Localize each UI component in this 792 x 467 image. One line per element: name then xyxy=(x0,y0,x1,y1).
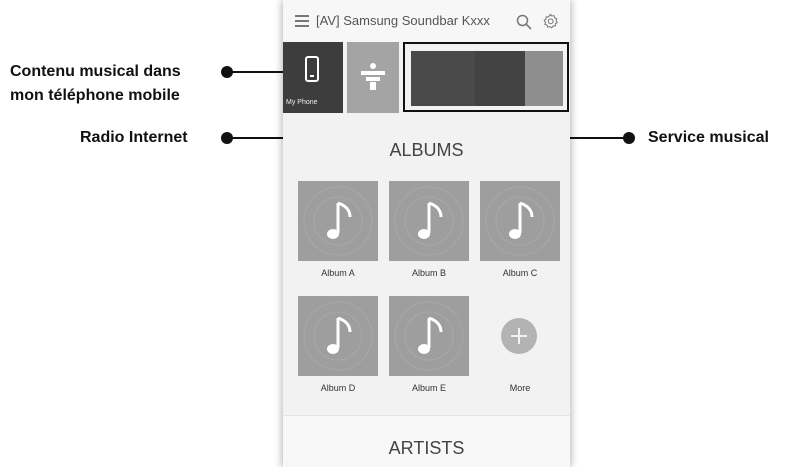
search-icon[interactable] xyxy=(516,14,532,30)
callout-phone-line1: Contenu musical dans xyxy=(10,63,181,80)
music-note-icon xyxy=(394,301,464,371)
music-note-icon xyxy=(303,301,373,371)
source-my-phone[interactable]: My Phone xyxy=(283,42,343,113)
album-cover xyxy=(298,296,378,376)
music-service-group xyxy=(403,42,569,112)
album-cover xyxy=(389,296,469,376)
music-service-tile[interactable] xyxy=(411,51,475,106)
app-title: [AV] Samsung Soundbar Kxxx xyxy=(316,13,490,28)
source-internet-radio[interactable] xyxy=(347,42,399,113)
more-label: More xyxy=(509,383,531,393)
tunein-icon xyxy=(361,63,385,90)
callout-service: Service musical xyxy=(648,129,769,146)
album-cover xyxy=(480,181,560,261)
album-cover xyxy=(298,181,378,261)
hamburger-menu-icon[interactable] xyxy=(295,15,309,27)
gear-icon[interactable] xyxy=(542,13,559,30)
source-my-phone-label: My Phone xyxy=(286,99,318,106)
album-item[interactable]: Album D xyxy=(298,296,378,393)
album-name: Album E xyxy=(411,383,446,393)
album-item[interactable]: Album E xyxy=(389,296,469,393)
more-albums-button[interactable]: More xyxy=(480,296,560,396)
app-header: [AV] Samsung Soundbar Kxxx xyxy=(283,0,570,42)
phone-screen: [AV] Samsung Soundbar Kxxx My Phone ALBU… xyxy=(283,0,570,467)
album-item[interactable]: Album B xyxy=(389,181,469,278)
plus-icon xyxy=(501,318,537,354)
phone-icon xyxy=(305,56,319,82)
music-service-tile[interactable] xyxy=(475,51,525,106)
callout-phone-line2: mon téléphone mobile xyxy=(10,87,180,104)
artists-heading: ARTISTS xyxy=(388,438,465,458)
music-service-tile[interactable] xyxy=(525,51,563,106)
album-item[interactable]: Album C xyxy=(480,181,560,278)
music-note-icon xyxy=(303,186,373,256)
album-name: Album C xyxy=(502,268,538,278)
album-name: Album A xyxy=(321,268,355,278)
music-note-icon xyxy=(394,186,464,256)
album-cover xyxy=(389,181,469,261)
callout-radio: Radio Internet xyxy=(80,129,188,146)
album-item[interactable]: Album A xyxy=(298,181,378,278)
music-sources: My Phone xyxy=(283,42,570,113)
album-name: Album B xyxy=(411,268,446,278)
album-name: Album D xyxy=(320,383,356,393)
albums-heading: ALBUMS xyxy=(389,140,464,160)
music-note-icon xyxy=(485,186,555,256)
